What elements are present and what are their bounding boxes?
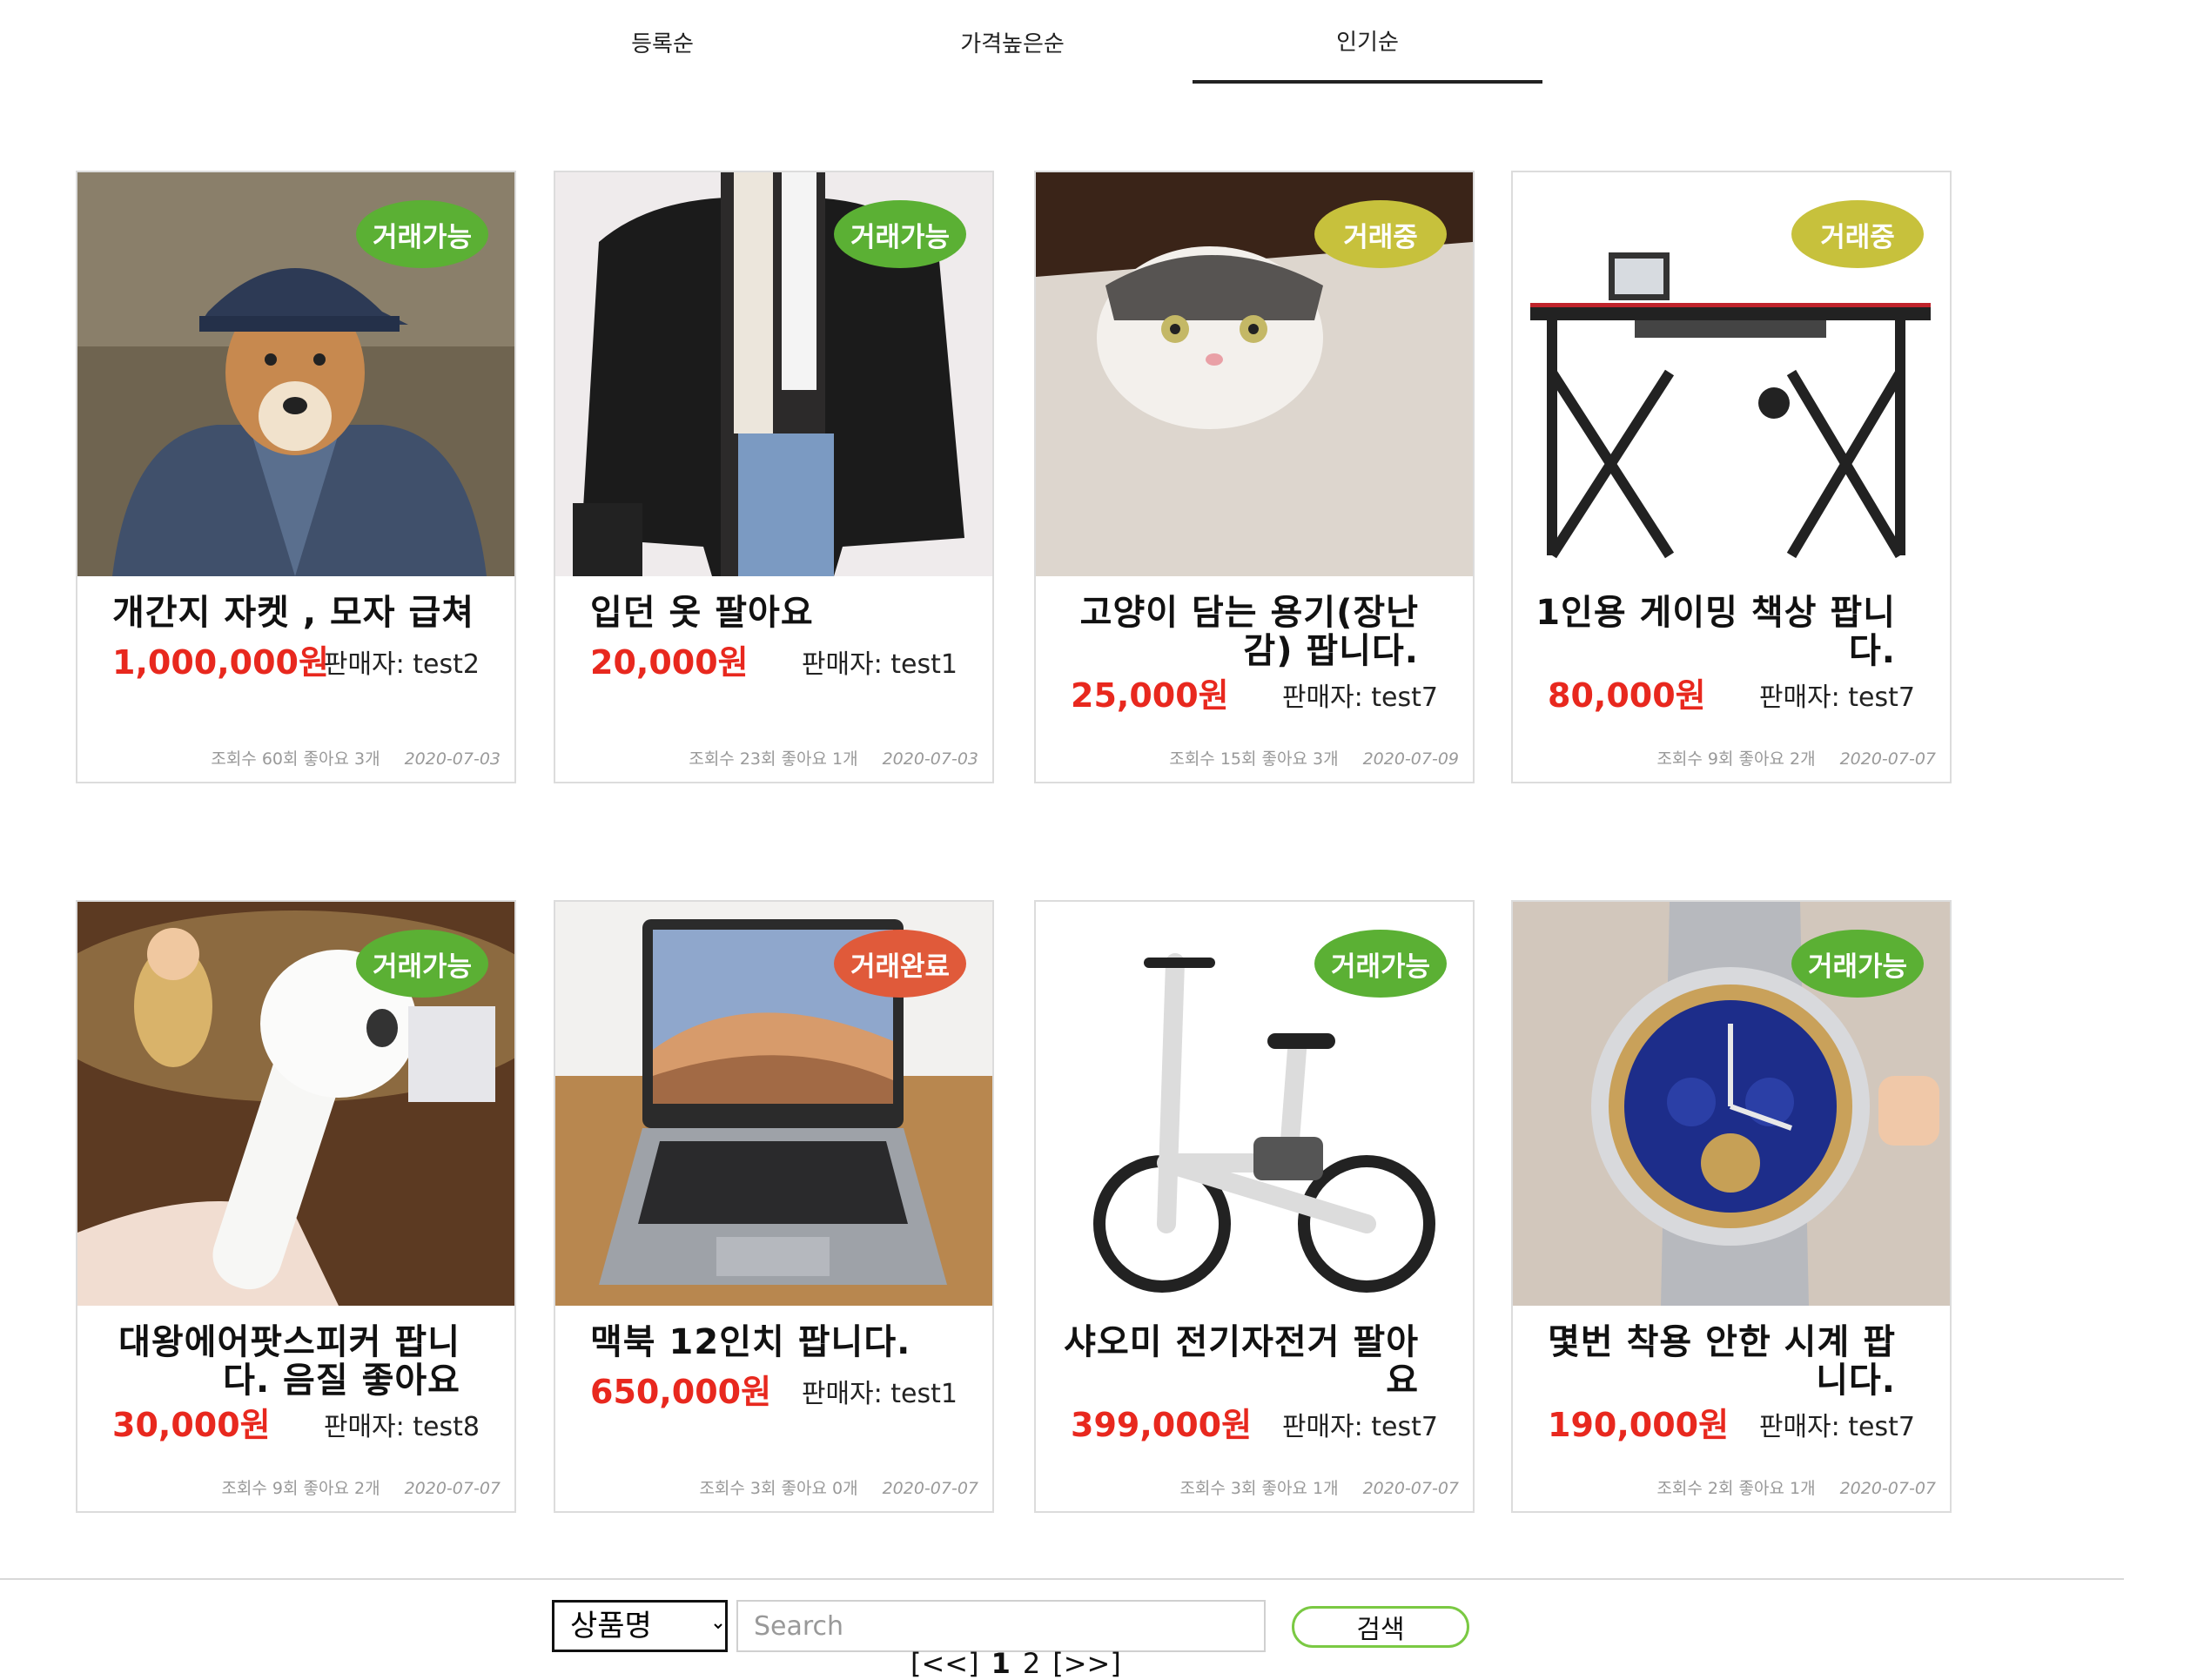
product-price: 190,000원 bbox=[1548, 1406, 1730, 1444]
product-card[interactable]: 거래중 1인용 게이밍 책상 팝니 다. 80,000원 판매자: test7 … bbox=[1511, 171, 1952, 783]
product-seller: 판매자: test7 bbox=[1758, 682, 1915, 713]
product-date: 2020-07-03 bbox=[404, 749, 501, 769]
page-first[interactable]: [<<] bbox=[910, 1647, 979, 1680]
status-badge: 거래중 bbox=[1314, 200, 1447, 268]
product-meta: 조회수 2회 좋아요 1개 2020-07-07 bbox=[1656, 1475, 1936, 1499]
page-link-2[interactable]: 2 bbox=[1023, 1647, 1040, 1680]
status-badge: 거래가능 bbox=[356, 930, 488, 998]
status-badge: 거래가능 bbox=[356, 200, 488, 268]
product-price: 399,000원 bbox=[1071, 1406, 1253, 1444]
product-date: 2020-07-07 bbox=[882, 1479, 978, 1498]
product-title: 입던 옷 팔아요 bbox=[590, 593, 814, 633]
page-next[interactable]: [>>] bbox=[1052, 1647, 1121, 1680]
product-meta: 조회수 23회 좋아요 1개 2020-07-03 bbox=[689, 746, 978, 769]
product-stats: 조회수 3회 좋아요 1개 bbox=[1179, 1479, 1339, 1498]
product-price: 650,000원 bbox=[590, 1373, 772, 1411]
product-card[interactable]: 거래완료 맥북 12인치 팝니다. 650,000원 판매자: test1 조회… bbox=[554, 900, 994, 1513]
product-date: 2020-07-03 bbox=[882, 749, 978, 769]
product-seller: 판매자: test2 bbox=[323, 649, 480, 680]
search-input[interactable] bbox=[736, 1600, 1266, 1652]
product-stats: 조회수 3회 좋아요 0개 bbox=[699, 1479, 858, 1498]
product-price: 20,000원 bbox=[590, 643, 749, 682]
product-date: 2020-07-07 bbox=[1362, 1479, 1459, 1498]
product-price: 25,000원 bbox=[1071, 676, 1229, 715]
product-card[interactable]: 거래가능 개간지 자켓 , 모자 급쳐 1,000,000원 판매자: test… bbox=[76, 171, 516, 783]
product-meta: 조회수 9회 좋아요 2개 2020-07-07 bbox=[1656, 746, 1936, 769]
product-card[interactable]: 거래가능 샤오미 전기자전거 팔아 요 399,000원 판매자: test7 … bbox=[1034, 900, 1475, 1513]
product-seller: 판매자: test1 bbox=[801, 1379, 958, 1409]
product-title: 대왕에어팟스피커 팝니 다. 음질 좋아요 bbox=[118, 1322, 460, 1401]
product-card[interactable]: 거래가능 입던 옷 팔아요 20,000원 판매자: test1 조회수 23회… bbox=[554, 171, 994, 783]
pagination: [<<] 1 2 [>>] bbox=[910, 1647, 1133, 1680]
product-price: 80,000원 bbox=[1548, 676, 1706, 715]
product-card[interactable]: 거래중 고양이 담는 용기(장난 감) 팝니다. 25,000원 판매자: te… bbox=[1034, 171, 1475, 783]
status-badge: 거래가능 bbox=[1314, 930, 1447, 998]
product-date: 2020-07-07 bbox=[404, 1479, 501, 1498]
product-card[interactable]: 거래가능 몇번 착용 안한 시계 팝 니다. 190,000원 판매자: tes… bbox=[1511, 900, 1952, 1513]
product-meta: 조회수 9회 좋아요 2개 2020-07-07 bbox=[221, 1475, 501, 1499]
product-meta: 조회수 60회 좋아요 3개 2020-07-03 bbox=[211, 746, 501, 769]
product-date: 2020-07-07 bbox=[1839, 749, 1936, 769]
product-title: 고양이 담는 용기(장난 감) 팝니다. bbox=[1079, 593, 1419, 671]
divider bbox=[0, 1578, 2124, 1580]
product-meta: 조회수 3회 좋아요 1개 2020-07-07 bbox=[1179, 1475, 1459, 1499]
product-card[interactable]: 거래가능 대왕에어팟스피커 팝니 다. 음질 좋아요 30,000원 판매자: … bbox=[76, 900, 516, 1513]
tab-newest[interactable]: 등록순 bbox=[487, 0, 837, 84]
tab-popular[interactable]: 인기순 bbox=[1193, 0, 1542, 84]
sort-tabs: 등록순 가격높은순 인기순 bbox=[0, 0, 2204, 87]
status-badge: 거래가능 bbox=[834, 200, 966, 268]
product-seller: 판매자: test7 bbox=[1281, 682, 1438, 713]
product-date: 2020-07-07 bbox=[1839, 1479, 1936, 1498]
product-stats: 조회수 9회 좋아요 2개 bbox=[221, 1479, 380, 1498]
product-price: 1,000,000원 bbox=[112, 643, 329, 682]
product-stats: 조회수 2회 좋아요 1개 bbox=[1656, 1479, 1816, 1498]
search-field-select[interactable]: 상품명 bbox=[552, 1600, 728, 1652]
product-date: 2020-07-09 bbox=[1362, 749, 1459, 769]
product-meta: 조회수 15회 좋아요 3개 2020-07-09 bbox=[1169, 746, 1459, 769]
product-seller: 판매자: test1 bbox=[801, 649, 958, 680]
product-title: 몇번 착용 안한 시계 팝 니다. bbox=[1548, 1322, 1896, 1401]
search-button[interactable]: 검색 bbox=[1292, 1606, 1469, 1648]
product-stats: 조회수 23회 좋아요 1개 bbox=[689, 749, 858, 769]
product-stats: 조회수 60회 좋아요 3개 bbox=[211, 749, 380, 769]
page-link-1[interactable]: 1 bbox=[991, 1647, 1011, 1680]
product-price: 30,000원 bbox=[112, 1406, 271, 1444]
product-meta: 조회수 3회 좋아요 0개 2020-07-07 bbox=[699, 1475, 978, 1499]
product-seller: 판매자: test7 bbox=[1281, 1412, 1438, 1442]
product-title: 1인용 게이밍 책상 팝니 다. bbox=[1535, 593, 1896, 671]
product-stats: 조회수 9회 좋아요 2개 bbox=[1656, 749, 1816, 769]
product-seller: 판매자: test7 bbox=[1758, 1412, 1915, 1442]
status-badge: 거래가능 bbox=[1791, 930, 1924, 998]
product-title: 개간지 자켓 , 모자 급쳐 bbox=[112, 593, 475, 633]
product-title: 샤오미 전기자전거 팔아 요 bbox=[1064, 1322, 1419, 1401]
status-badge: 거래완료 bbox=[834, 930, 966, 998]
status-badge: 거래중 bbox=[1791, 200, 1924, 268]
product-seller: 판매자: test8 bbox=[323, 1412, 480, 1442]
tab-price-high[interactable]: 가격높은순 bbox=[837, 0, 1187, 84]
product-stats: 조회수 15회 좋아요 3개 bbox=[1169, 749, 1339, 769]
product-title: 맥북 12인치 팝니다. bbox=[590, 1322, 911, 1362]
